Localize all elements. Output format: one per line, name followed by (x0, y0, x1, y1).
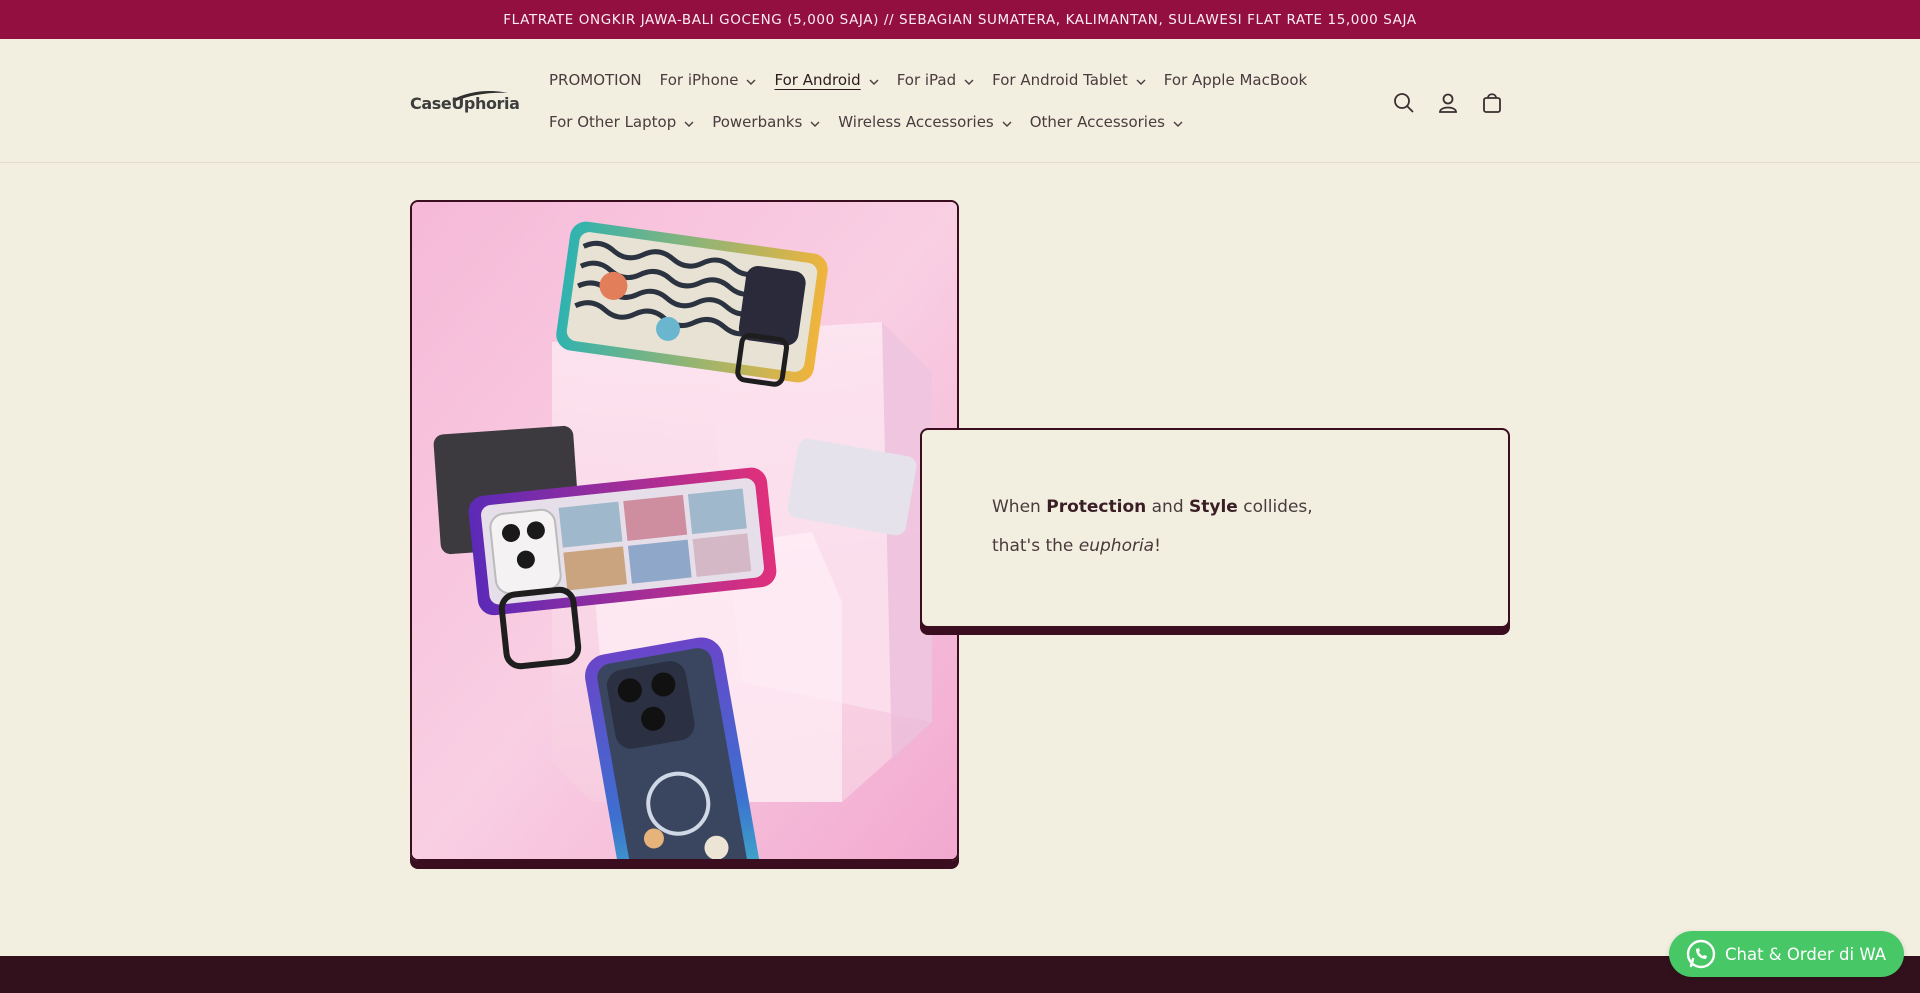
chevron-down-icon (684, 113, 694, 131)
nav-item-for-apple-macbook[interactable]: For Apple MacBook (1155, 59, 1316, 101)
chevron-down-icon (810, 113, 820, 131)
chevron-down-icon (964, 71, 974, 89)
tagline-text: that's the (992, 536, 1079, 556)
tagline-italic-euphoria: euphoria (1078, 536, 1155, 556)
chevron-down-icon (1136, 71, 1146, 89)
announcement-text: FLATRATE ONGKIR JAWA-BALI GOCENG (5,000 … (503, 11, 1417, 28)
tagline-text: collides, (1237, 497, 1313, 517)
nav-item-label: For Android (774, 71, 861, 89)
header-icons (1388, 87, 1508, 119)
nav-row-2: For Other Laptop Powerbanks Wireless Acces… (540, 101, 1360, 143)
nav-item-promotion[interactable]: PROMOTION (540, 59, 651, 101)
search-icon[interactable] (1388, 87, 1420, 119)
whatsapp-label: Chat & Order di WA (1725, 944, 1887, 964)
footer-band (0, 956, 1920, 993)
account-icon[interactable] (1432, 87, 1464, 119)
tagline-text: and (1146, 497, 1190, 517)
tagline-text: When (992, 497, 1047, 517)
tagline-line-1: When Protection and Style collides, (992, 488, 1438, 527)
nav-item-wireless-accessories[interactable]: Wireless Accessories (829, 101, 1020, 143)
cart-icon[interactable] (1476, 87, 1508, 119)
nav-item-label: For Other Laptop (549, 113, 677, 131)
whatsapp-chat-button[interactable]: Chat & Order di WA (1669, 931, 1904, 977)
tagline-bold-style: Style (1189, 497, 1238, 517)
whatsapp-icon (1685, 938, 1717, 970)
nav-item-for-android-tablet[interactable]: For Android Tablet (983, 59, 1155, 101)
nav-item-for-android[interactable]: For Android (765, 59, 887, 101)
hero-tagline-card: When Protection and Style collides, that… (920, 428, 1510, 628)
main-nav: PROMOTION For iPhone For Android For iPad Fo… (540, 59, 1360, 143)
nav-item-label: Wireless Accessories (838, 113, 994, 131)
site-header: CaseUphoria PROMOTION For iPhone For Andro… (0, 39, 1920, 163)
nav-item-label: For iPhone (659, 71, 739, 89)
chevron-down-icon (1002, 113, 1012, 131)
nav-item-for-iphone[interactable]: For iPhone (651, 59, 766, 101)
logo-text: CaseUphoria (410, 93, 520, 113)
nav-item-for-other-laptop[interactable]: For Other Laptop (540, 101, 703, 143)
nav-item-label: For iPad (896, 71, 957, 89)
announcement-bar: FLATRATE ONGKIR JAWA-BALI GOCENG (5,000 … (0, 0, 1920, 39)
tagline-bold-protection: Protection (1046, 497, 1147, 517)
nav-item-label: Other Accessories (1029, 113, 1165, 131)
nav-item-label: For Apple MacBook (1163, 71, 1308, 89)
hero-product-image (410, 200, 959, 861)
chevron-down-icon (1173, 113, 1183, 131)
chevron-down-icon (869, 71, 879, 89)
nav-item-other-accessories[interactable]: Other Accessories (1021, 101, 1192, 143)
tagline-text: ! (1154, 536, 1161, 556)
tagline-line-2: that's the euphoria! (992, 527, 1438, 566)
nav-item-label: PROMOTION (549, 71, 642, 89)
nav-item-powerbanks[interactable]: Powerbanks (703, 101, 829, 143)
nav-row-1: PROMOTION For iPhone For Android For iPad Fo… (540, 59, 1360, 101)
nav-item-label: Powerbanks (712, 113, 803, 131)
logo[interactable]: CaseUphoria (410, 87, 520, 119)
nav-item-label: For Android Tablet (992, 71, 1128, 89)
nav-item-for-ipad[interactable]: For iPad (888, 59, 983, 101)
chevron-down-icon (746, 71, 756, 89)
